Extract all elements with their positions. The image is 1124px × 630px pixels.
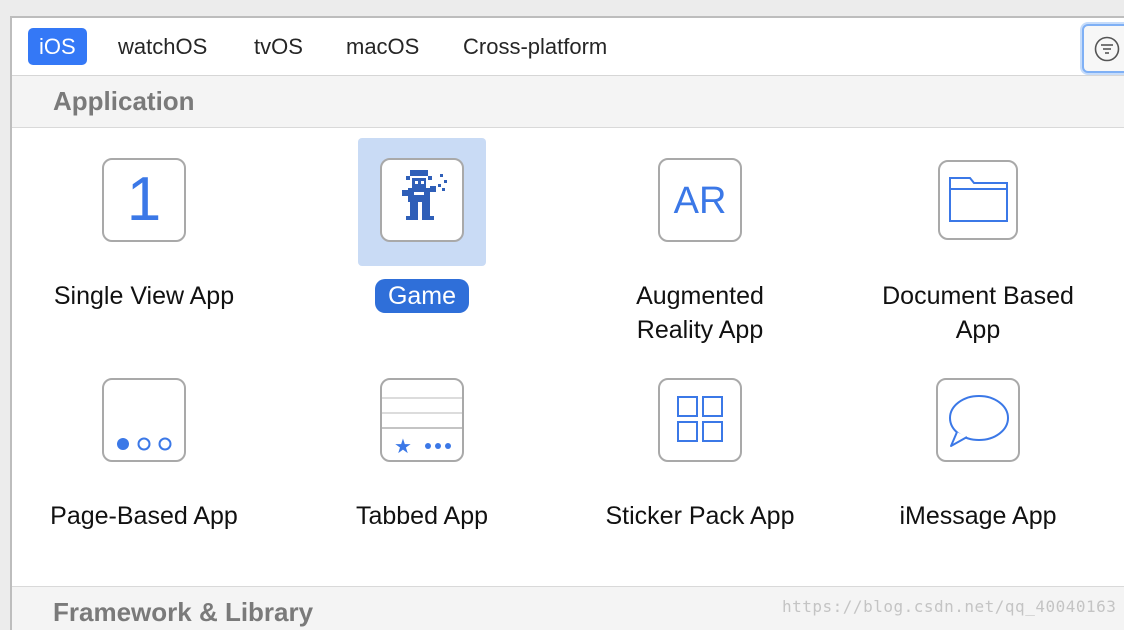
game-icon <box>380 158 464 242</box>
template-page-based-app[interactable]: Page-Based App <box>14 358 274 568</box>
tab-watchos[interactable]: watchOS <box>107 28 218 65</box>
template-game[interactable]: Game <box>292 138 552 348</box>
tabbed-icon: ★ <box>380 378 464 462</box>
template-label: Tabbed App <box>355 502 489 530</box>
template-label: Page-Based App <box>50 502 238 530</box>
template-label-line-2: Reality App <box>636 316 764 344</box>
message-bubble-icon <box>936 378 1020 462</box>
tab-ios[interactable]: iOS <box>28 28 87 65</box>
template-label-line-1: Augmented <box>636 282 764 310</box>
template-label-text: Game <box>374 279 470 313</box>
template-augmented-reality-app[interactable]: AR Augmented Reality App <box>570 138 830 348</box>
sticker-grid-icon <box>658 378 742 462</box>
watermark-text: https://blog.csdn.net/qq_40040163 <box>782 597 1117 616</box>
template-single-view-app[interactable]: 1 Single View App <box>14 138 274 348</box>
tab-cross-platform[interactable]: Cross-platform <box>452 28 618 65</box>
folder-icon <box>938 160 1018 240</box>
section-header-application: Application <box>12 76 1124 128</box>
template-document-based-app[interactable]: Document Based App <box>848 138 1108 348</box>
filter-button[interactable] <box>1082 24 1124 73</box>
single-view-glyph: 1 <box>126 165 162 234</box>
template-label: Game <box>292 279 552 313</box>
ar-icon: AR <box>658 158 742 242</box>
ar-glyph: AR <box>673 180 727 222</box>
template-tabbed-app[interactable]: ★ Tabbed App <box>292 358 552 568</box>
template-chooser-window: iOS watchOS tvOS macOS Cross-platform Ap… <box>10 16 1124 630</box>
tab-macos[interactable]: macOS <box>335 28 430 65</box>
single-view-icon: 1 <box>102 158 186 242</box>
platform-tab-bar: iOS watchOS tvOS macOS Cross-platform <box>12 18 1124 76</box>
svg-text:★: ★ <box>394 434 412 458</box>
filter-icon <box>1094 36 1120 62</box>
section-title-framework: Framework & Library <box>53 597 314 627</box>
template-label: Single View App <box>53 282 235 310</box>
template-label: iMessage App <box>899 502 1057 530</box>
template-label-line-2: App <box>955 316 1001 344</box>
section-title-application: Application <box>53 86 195 116</box>
page-dots-icon <box>102 378 186 462</box>
template-imessage-app[interactable]: iMessage App <box>848 358 1108 568</box>
tab-tvos[interactable]: tvOS <box>243 28 314 65</box>
template-label-line-1: Document Based <box>882 282 1074 310</box>
template-sticker-pack-app[interactable]: Sticker Pack App <box>570 358 830 568</box>
template-label: Sticker Pack App <box>605 502 795 530</box>
